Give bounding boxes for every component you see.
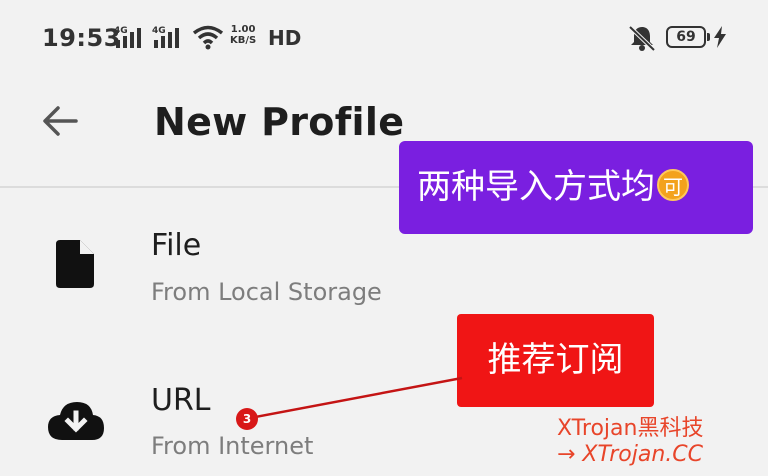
annotation-banner-text: 两种导入方式均 [417,167,655,207]
hd-voice-indicator: HD [268,26,302,50]
annotation-number-badge: 3 [236,408,258,430]
status-time: 19:53 [42,24,121,52]
network-type-b: 4G [152,26,166,36]
network-speed-value: 1.00 [230,24,256,35]
network-type-a: 4G [114,26,128,36]
coin-emoji-icon: 可 [657,169,689,201]
network-speed-unit: KB/S [230,35,257,46]
watermark-brand: XTrojan黑科技 [557,416,704,441]
network-speed: 1.00 KB/S [230,24,256,46]
annotation-banner-import-methods: 两种导入方式均可 [399,141,753,234]
list-item-subtitle: From Local Storage [151,278,382,306]
charging-bolt-icon [714,26,726,48]
file-icon [56,240,94,288]
back-arrow-icon[interactable] [40,104,80,138]
wifi-icon [192,25,224,50]
cell-signal-icon: 4G [114,26,141,48]
status-bar: 19:53 4G 4G 1.00 KB/S HD 69 [0,0,768,72]
cloud-download-icon [48,402,104,440]
page-title: New Profile [154,100,405,144]
bell-muted-icon [628,25,656,52]
cell-signal-icon: 4G [152,26,179,48]
list-item-title: File [151,228,202,263]
list-item-title: URL [151,383,211,418]
list-item-subtitle: From Internet [151,432,314,460]
annotation-banner-recommend: 推荐订阅 [457,314,654,407]
battery-indicator: 69 [666,26,710,48]
watermark-url: → XTrojan.CC [557,442,703,467]
